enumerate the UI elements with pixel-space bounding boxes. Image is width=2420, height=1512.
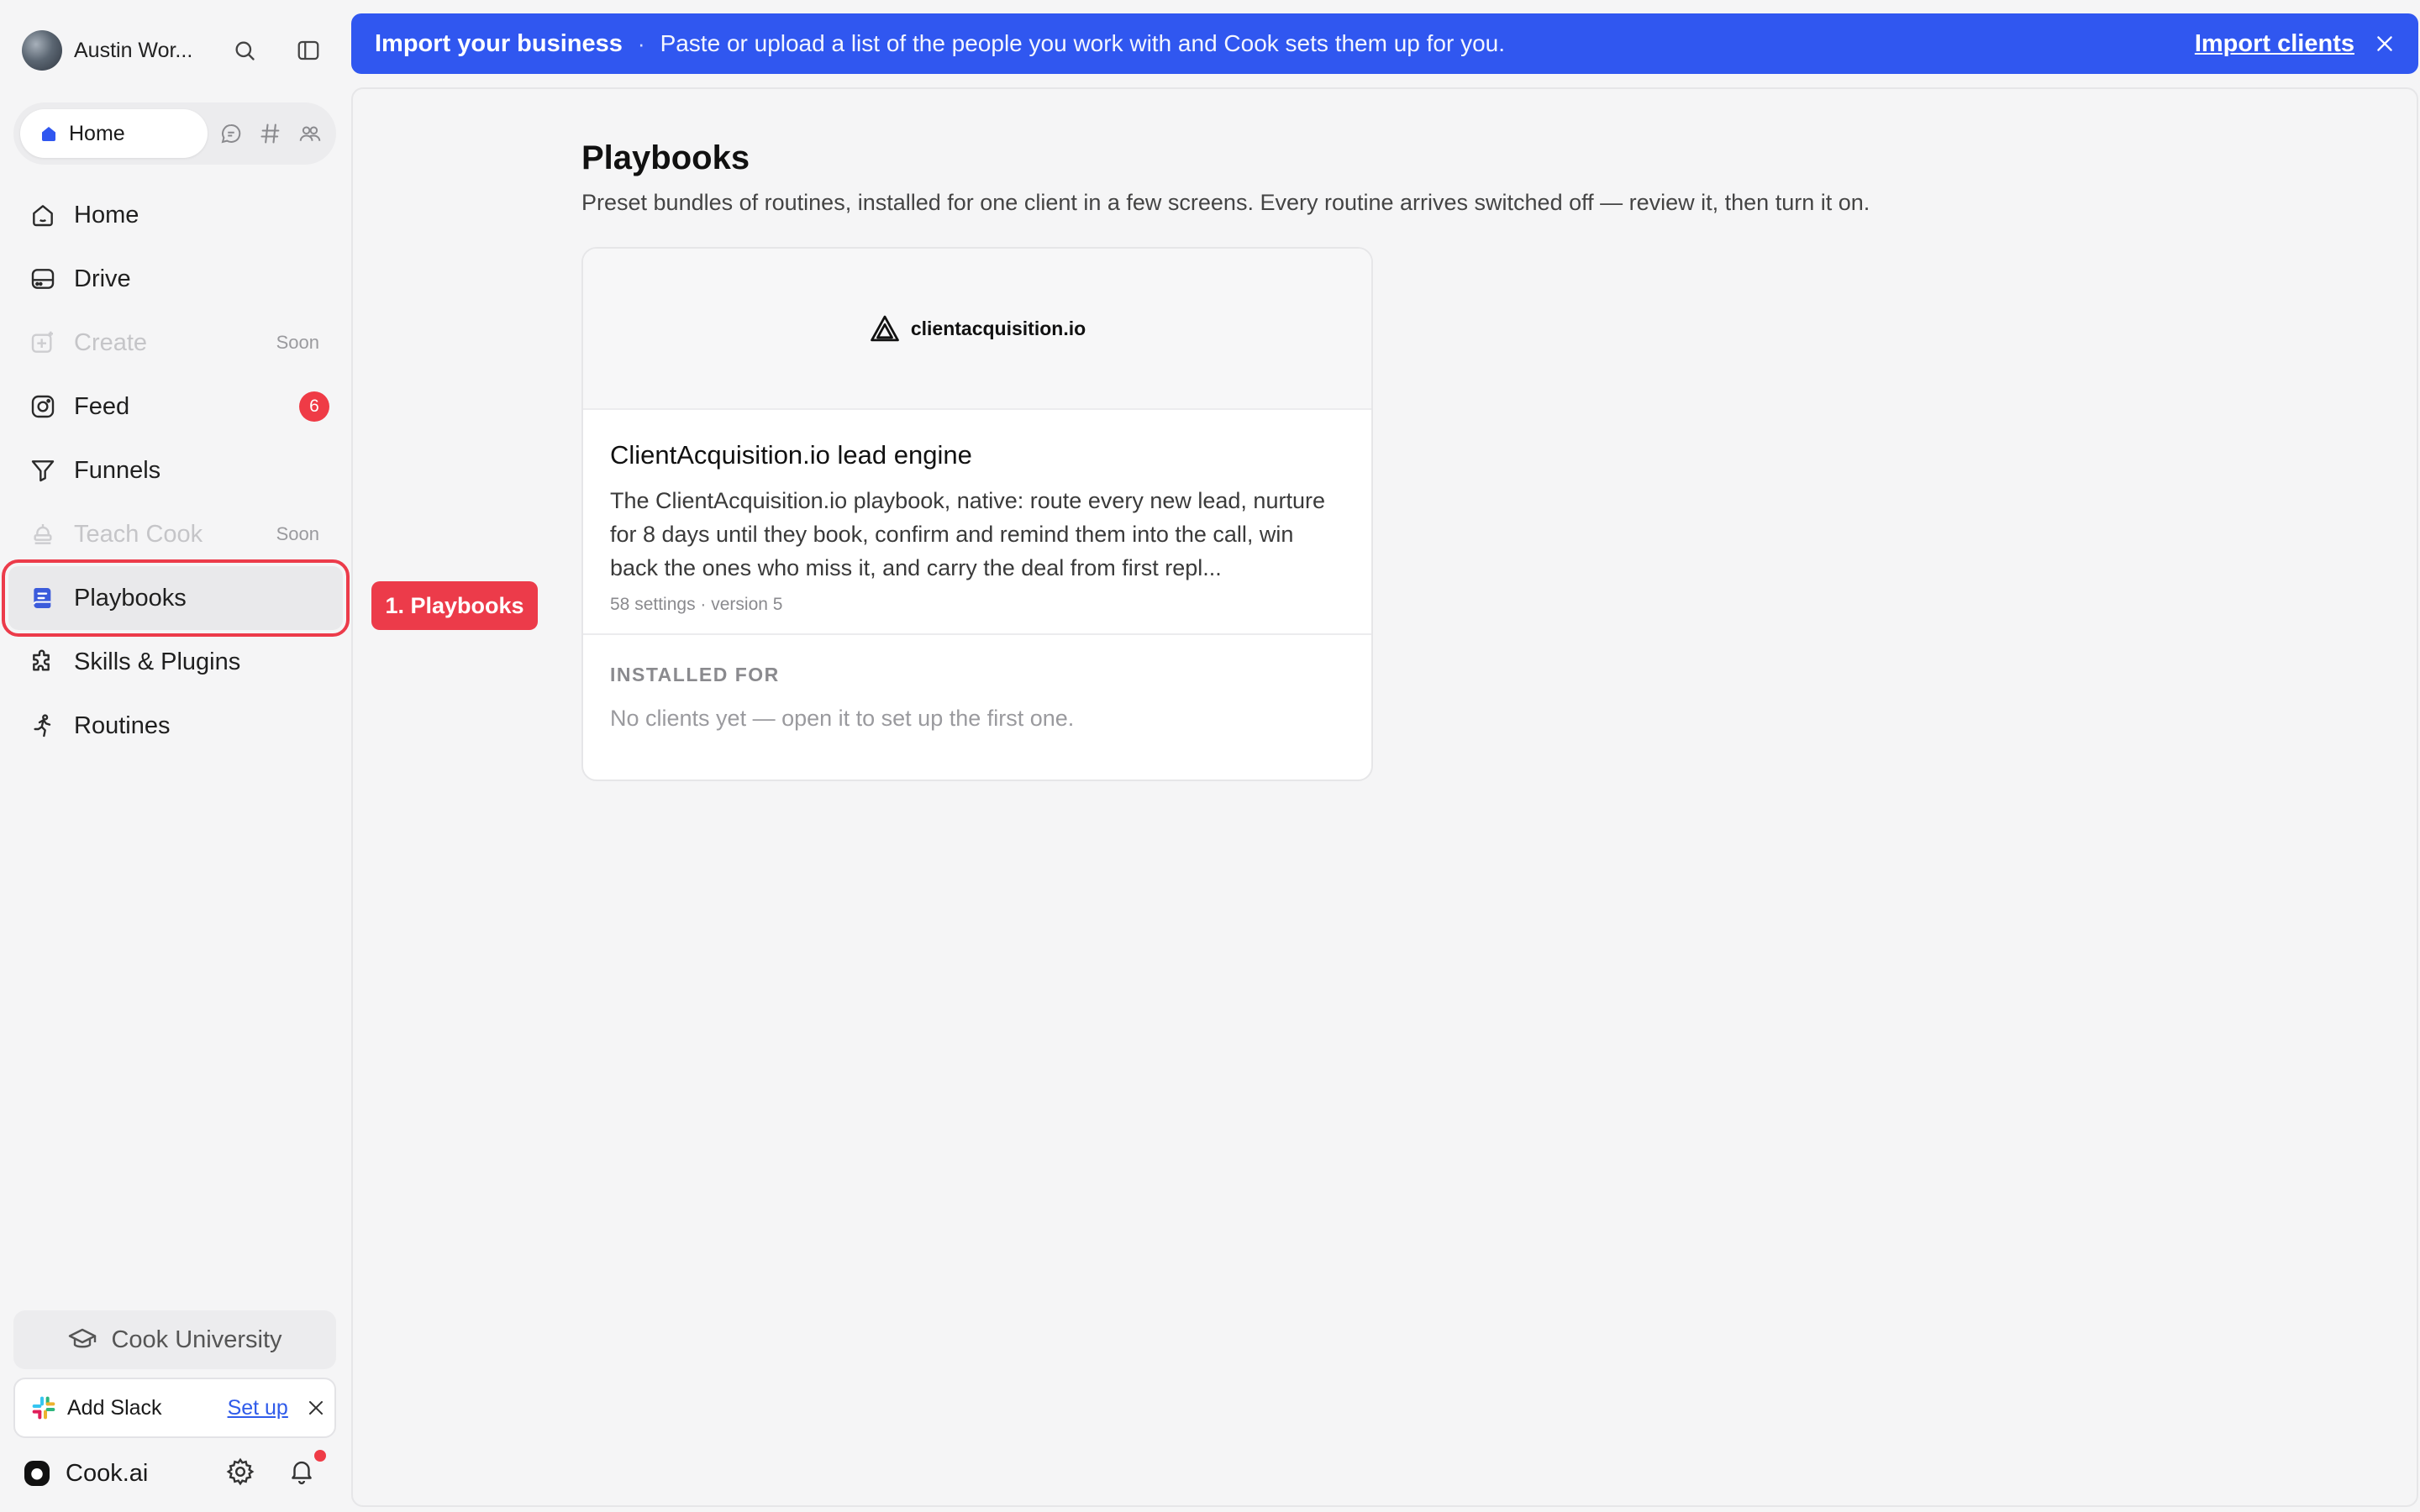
home-icon — [29, 201, 57, 229]
cook-logo-icon — [24, 1461, 50, 1486]
people-icon[interactable] — [290, 113, 329, 154]
feed-icon — [29, 392, 57, 421]
notification-count-badge: 6 — [299, 391, 329, 422]
card-divider — [583, 633, 1371, 635]
create-icon — [29, 328, 57, 357]
graduation-cap-icon — [69, 1328, 97, 1348]
sidebar-item-routines[interactable]: Routines — [8, 694, 343, 758]
banner-title: Import your business — [375, 29, 623, 57]
sidebar-nav: Home Drive Create Soon Feed 6 Funnels Te… — [2, 183, 350, 758]
funnel-icon — [29, 456, 57, 485]
card-meta: 58 settings · version 5 — [610, 595, 783, 614]
switcher-home-tab[interactable]: Home — [20, 109, 208, 158]
gear-icon[interactable] — [225, 1457, 255, 1487]
sidebar-item-funnels[interactable]: Funnels — [8, 438, 343, 502]
sidebar-item-label: Playbooks — [74, 584, 187, 612]
sidebar-topbar: Austin Wor... — [22, 30, 341, 71]
avatar[interactable] — [22, 30, 62, 71]
user-name[interactable]: Austin Wor... — [74, 39, 200, 63]
sidebar-item-label: Feed — [74, 392, 130, 420]
chat-icon[interactable] — [211, 113, 250, 154]
switcher-home-label: Home — [69, 121, 125, 145]
sidebar-item-feed[interactable]: Feed 6 — [8, 375, 343, 438]
sidebar-item-label: Create — [74, 328, 148, 356]
main-panel: Playbooks Preset bundles of routines, in… — [351, 87, 2418, 1507]
sidebar-toggle-icon[interactable] — [288, 30, 329, 71]
sidebar-item-label: Home — [74, 201, 139, 228]
installed-empty-text: No clients yet — open it to set up the f… — [610, 706, 1075, 731]
sidebar: Austin Wor... Home Home Drive Create Soo… — [0, 0, 351, 1512]
card-title: ClientAcquisition.io lead engine — [610, 440, 972, 470]
banner-separator: · — [637, 30, 645, 56]
sidebar-item-home[interactable]: Home — [8, 183, 343, 247]
close-icon[interactable] — [2371, 30, 2398, 57]
sidebar-item-label: Funnels — [74, 456, 161, 484]
sidebar-item-create: Create Soon — [8, 311, 343, 375]
import-clients-link[interactable]: Import clients — [2195, 30, 2354, 58]
sidebar-item-drive[interactable]: Drive — [8, 247, 343, 311]
sidebar-item-label: Routines — [74, 711, 171, 739]
playbook-card[interactable]: clientacquisition.io ClientAcquisition.i… — [581, 247, 1373, 781]
brand-name[interactable]: Cook.ai — [66, 1460, 148, 1488]
sidebar-item-label: Skills & Plugins — [74, 648, 241, 675]
sidebar-item-playbooks[interactable]: Playbooks — [2, 559, 350, 637]
slack-icon — [32, 1396, 55, 1420]
search-icon[interactable] — [224, 30, 265, 71]
puzzle-icon — [29, 648, 57, 676]
cook-university-button[interactable]: Cook University — [13, 1310, 336, 1369]
card-body: ClientAcquisition.io lead engine The Cli… — [583, 410, 1371, 615]
close-icon[interactable] — [303, 1395, 329, 1420]
card-logo-area: clientacquisition.io — [583, 249, 1371, 410]
playbook-icon — [29, 584, 57, 612]
sidebar-item-teach-cook: Teach Cook Soon — [8, 502, 343, 566]
banner-text: Paste or upload a list of the people you… — [660, 30, 1506, 56]
workspace-switcher: Home — [13, 102, 336, 165]
sidebar-item-label: Drive — [74, 265, 131, 292]
installed-for-heading: INSTALLED FOR — [610, 664, 780, 685]
notification-dot — [314, 1450, 326, 1462]
sidebar-item-label: Teach Cook — [74, 520, 203, 548]
add-slack-card: Add Slack Set up — [13, 1378, 336, 1438]
sidebar-item-skills-plugins[interactable]: Skills & Plugins — [8, 630, 343, 694]
card-description: The ClientAcquisition.io playbook, nativ… — [610, 488, 1325, 580]
page-subtitle: Preset bundles of routines, installed fo… — [581, 190, 1870, 215]
import-banner: Import your business · Paste or upload a… — [351, 13, 2418, 74]
cook-university-label: Cook University — [111, 1326, 282, 1353]
sidebar-footer: Cook.ai — [22, 1450, 333, 1494]
home-filled-icon — [42, 127, 55, 141]
add-slack-label: Add Slack — [67, 1395, 162, 1420]
soon-badge: Soon — [276, 332, 319, 353]
clientacquisition-logo-icon — [870, 315, 899, 342]
hashtag-icon[interactable] — [250, 113, 290, 154]
teach-icon — [29, 520, 57, 549]
bell-icon[interactable] — [287, 1457, 316, 1485]
page-title: Playbooks — [581, 139, 750, 176]
drive-icon — [29, 265, 57, 293]
runner-icon — [29, 711, 57, 740]
card-logo-text: clientacquisition.io — [910, 317, 1086, 339]
slack-setup-link[interactable]: Set up — [228, 1396, 288, 1420]
soon-badge: Soon — [276, 523, 319, 544]
annotation-tag: 1. Playbooks — [371, 581, 538, 630]
